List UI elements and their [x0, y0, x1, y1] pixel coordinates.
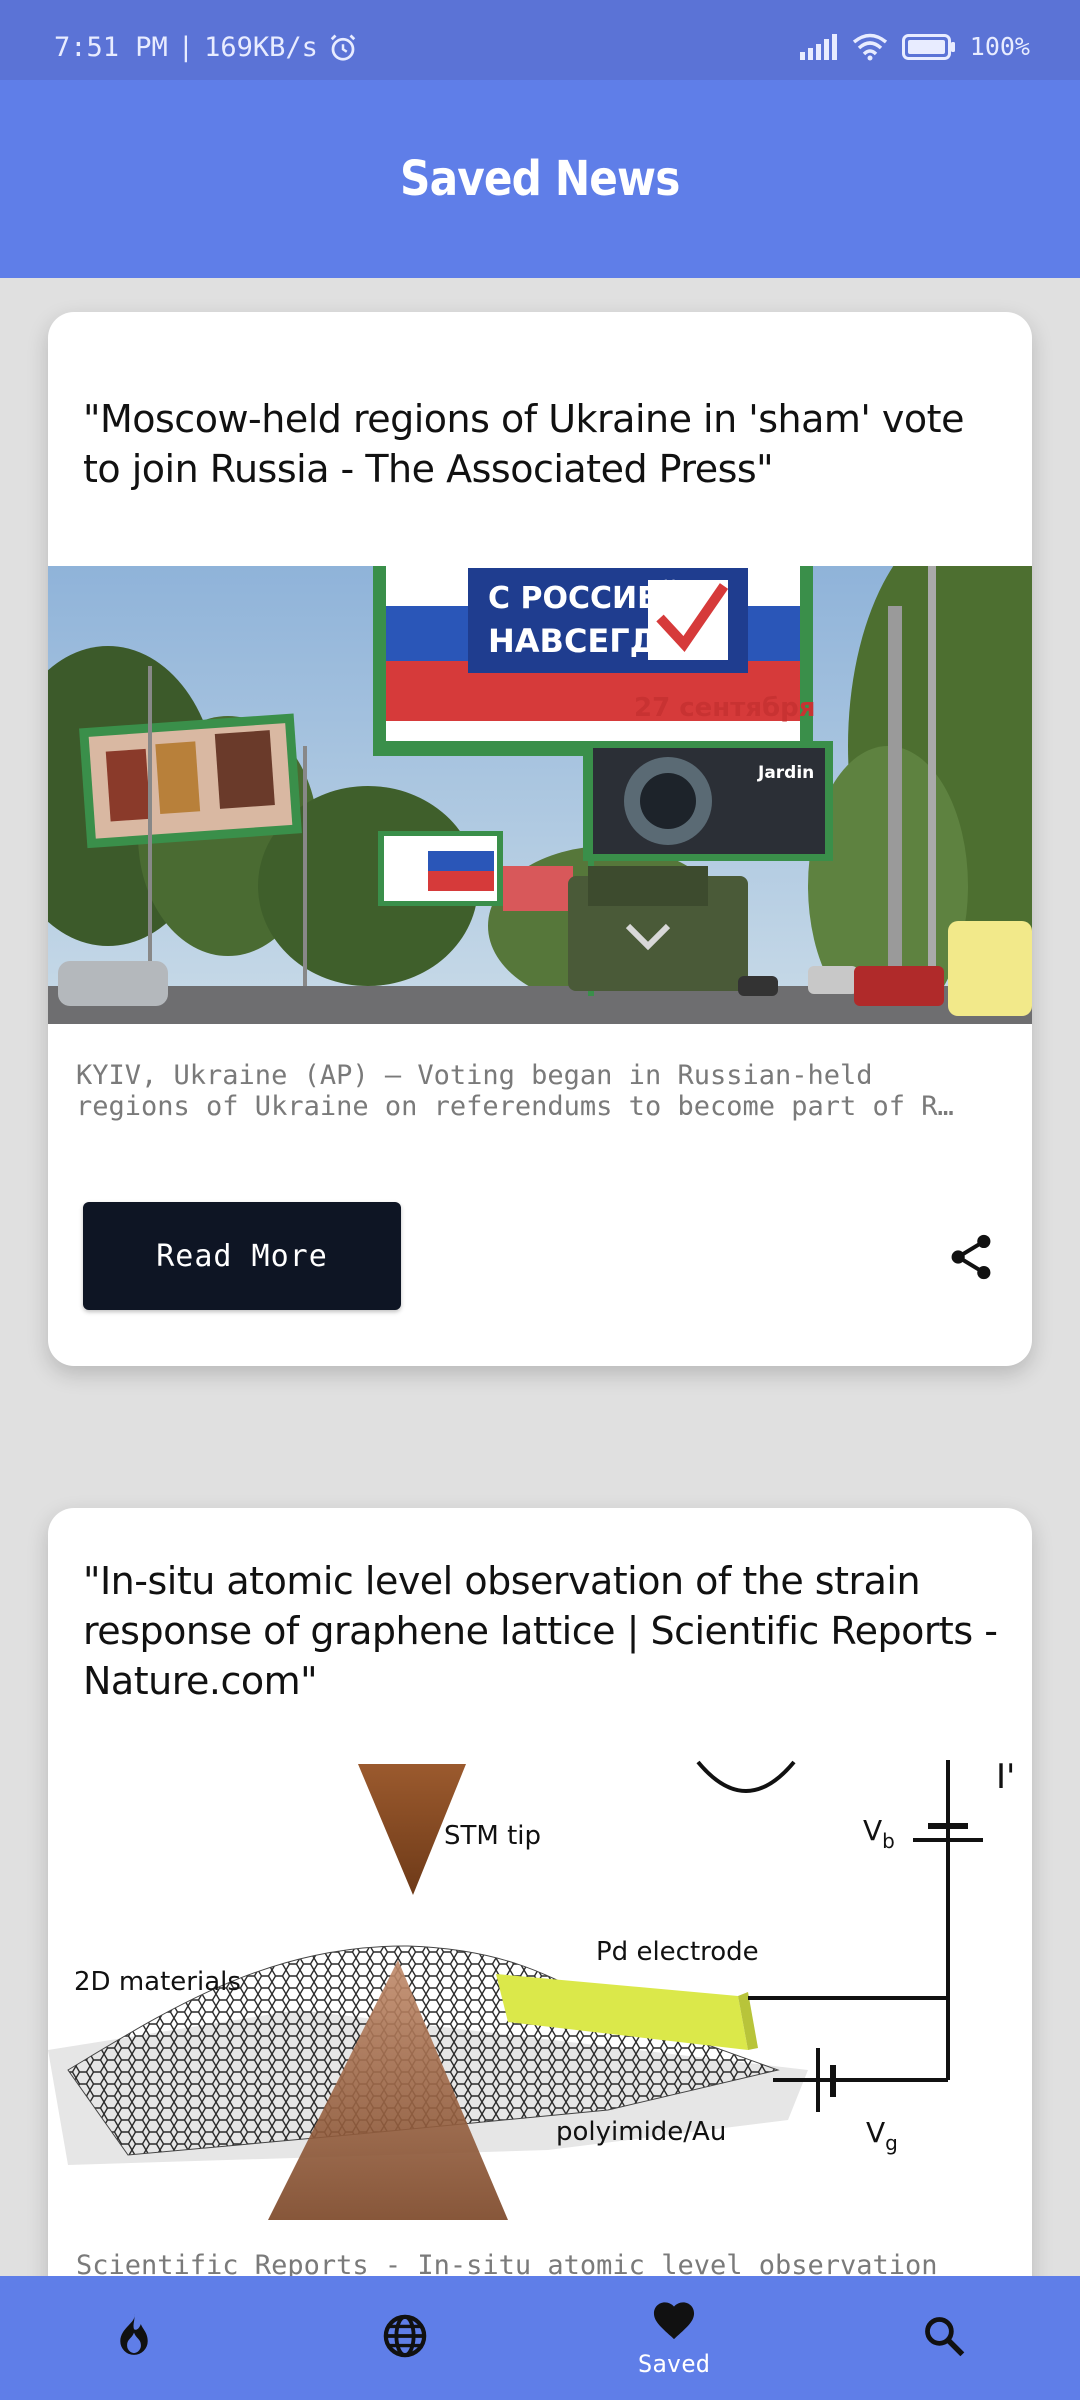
app-bar: Saved News [0, 80, 1080, 278]
ad-brand: Jardin [757, 763, 814, 783]
bottom-navigation: Saved [0, 2276, 1080, 2400]
globe-icon [382, 2313, 428, 2364]
label-2d-materials: 2D materials [74, 1967, 241, 1997]
battery-icon [901, 33, 956, 60]
nav-item-search[interactable] [864, 2276, 1024, 2400]
status-bar: 7:51 PM | 169KB/s 100% [0, 0, 1080, 80]
label-current: I' [996, 1760, 1015, 1797]
flame-icon [113, 2312, 155, 2365]
label-polyimide: polyimide/Au [556, 2117, 726, 2147]
description-line: regions of Ukraine on referendums to bec… [76, 1091, 954, 1122]
status-separator: | [177, 32, 195, 63]
alarm-icon [328, 33, 358, 63]
news-card-description: KYIV, Ukraine (AP) — Voting began in Rus… [76, 1060, 996, 1122]
status-network-speed: 169KB/s [204, 32, 318, 63]
signal-icon [799, 33, 838, 60]
wifi-icon [852, 33, 888, 61]
label-stm-tip: STM tip [444, 1821, 541, 1851]
battery-percent: 100% [969, 32, 1030, 61]
nav-item-hot[interactable] [54, 2276, 214, 2400]
news-card-description: Scientific Reports - In-situ atomic leve… [76, 2250, 996, 2276]
status-time: 7:51 PM [54, 32, 168, 63]
search-icon [922, 2314, 966, 2363]
status-right: 100% [799, 32, 1030, 61]
page-title: Saved News [400, 151, 680, 207]
news-card-image: С РОССИЕЙ НАВСЕГДА! 27 сентября Jardin [48, 566, 1032, 1024]
news-card: "Moscow-held regions of Ukraine in 'sham… [48, 312, 1032, 1366]
saved-news-list[interactable]: "Moscow-held regions of Ukraine in 'sham… [0, 278, 1080, 2276]
share-icon[interactable] [946, 1232, 996, 1282]
heart-icon [651, 2299, 697, 2346]
label-vg: Vg [866, 2116, 898, 2155]
description-line: KYIV, Ukraine (AP) — Voting began in Rus… [76, 1060, 873, 1091]
nav-item-world[interactable] [325, 2276, 485, 2400]
news-card-image: STM tip Pd electrode 2D materials polyim… [48, 1760, 1032, 2220]
news-card-title: "In-situ atomic level observation of the… [83, 1559, 998, 1703]
news-card-title: "Moscow-held regions of Ukraine in 'sham… [83, 397, 964, 491]
nav-item-saved[interactable]: Saved [594, 2276, 754, 2400]
billboard-date: 27 сентября [634, 693, 815, 723]
label-vb: Vb [863, 1814, 895, 1853]
label-pd-electrode: Pd electrode [596, 1937, 759, 1967]
status-left: 7:51 PM | 169KB/s [54, 32, 358, 63]
nav-label-saved: Saved [637, 2349, 711, 2378]
description-line: Scientific Reports - In-situ atomic leve… [76, 2250, 938, 2276]
news-card: "In-situ atomic level observation of the… [48, 1508, 1032, 2276]
read-more-button[interactable]: Read More [83, 1202, 401, 1310]
